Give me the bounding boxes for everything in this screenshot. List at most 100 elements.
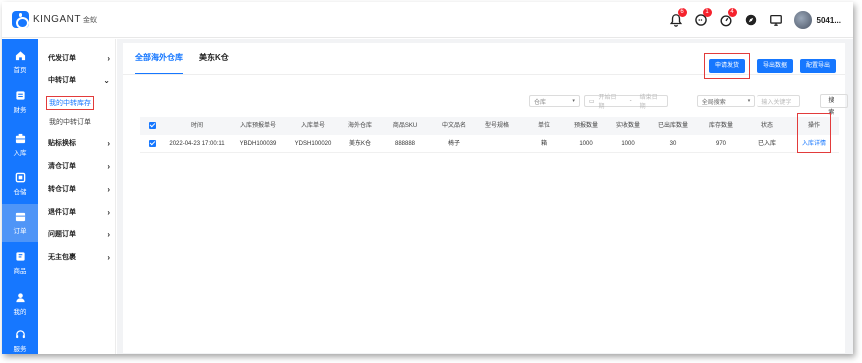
apply-shipment-button[interactable]: 申请发货 [708, 59, 745, 73]
cell-status: 已入库 [757, 141, 777, 147]
finance-icon [15, 91, 25, 100]
cell-cn-name: 椅子 [447, 141, 461, 147]
search-button[interactable]: 搜索 [820, 94, 849, 116]
date-separator: - [629, 98, 632, 104]
inventory-table: 时间 入库预报单号 入库单号 海外仓库 商品SKU 中文品名 型号规格 单位 预… [140, 113, 839, 153]
nav-home[interactable]: 首页 [2, 43, 38, 81]
order-icon [15, 212, 25, 222]
chevron-down-icon: ⌄ [103, 75, 110, 85]
nav-mine-label: 我的 [13, 309, 27, 316]
select-all-checkbox[interactable] [149, 122, 156, 129]
content-panel: 全部海外仓库 美东K仓 申请发货 导出数据 配置导出 仓库 ▾ ▭ 开始日期 - [123, 43, 849, 353]
header-actions: 6 1 4 5041... [669, 2, 853, 38]
submenu-returns[interactable]: 退件订单 › [48, 205, 110, 219]
nav-warehouse[interactable]: 仓储 [2, 165, 38, 203]
submenu-my-transit-orders[interactable]: 我的中转订单 [49, 117, 91, 127]
chevron-down-icon: ▾ [747, 98, 751, 104]
brand-sub: 金蚁 [82, 16, 97, 24]
brand-logo[interactable]: KINGANT 金蚁 [12, 11, 97, 29]
submenu-clearance-label: 清仓订单 [48, 163, 76, 170]
submenu-zhongzhuan[interactable]: 中转订单 ⌄ [48, 73, 110, 87]
username[interactable]: 5041... [817, 16, 841, 25]
nav-inbound[interactable]: 入库 [2, 126, 38, 164]
keyword-input[interactable]: 输入关键字 [757, 95, 801, 107]
submenu-problem[interactable]: 问题订单 › [48, 227, 110, 241]
warehouse-select-value: 仓库 [534, 99, 547, 106]
bell-icon[interactable]: 6 [669, 8, 687, 27]
apply-highlight: 申请发货 [703, 53, 750, 79]
chevron-right-icon: › [107, 184, 110, 194]
cell-inbound-no: YDSH100020 [294, 141, 332, 147]
col-sku: 商品SKU [392, 123, 418, 129]
col-forecast-no: 入库预报单号 [239, 123, 277, 129]
top-bar: KINGANT 金蚁 6 1 4 5041... [2, 2, 853, 38]
message-badge: 1 [702, 8, 712, 17]
tab-us-east-k[interactable]: 美东K仓 [199, 51, 229, 75]
config-export-button[interactable]: 配置导出 [799, 59, 836, 73]
nav-home-label: 首页 [13, 67, 27, 74]
nav-order[interactable]: 订单 [2, 204, 38, 242]
nav-finance[interactable]: 财务 [2, 83, 38, 121]
calendar-icon: ▭ [588, 98, 595, 105]
date-range-picker[interactable]: ▭ 开始日期 - 结束日期 [583, 95, 668, 110]
col-forecast-qty: 预报数量 [573, 123, 599, 129]
nav-finance-label: 财务 [13, 107, 27, 114]
submenu-problem-label: 问题订单 [48, 231, 76, 238]
submenu-transfer[interactable]: 转仓订单 › [48, 182, 110, 196]
nav-product-label: 商品 [13, 268, 27, 275]
nav-inbound-label: 入库 [13, 150, 27, 157]
chevron-down-icon: ▾ [572, 98, 575, 104]
nav-order-label: 订单 [13, 228, 27, 235]
submenu-transfer-label: 转仓订单 [48, 186, 76, 193]
compass-icon[interactable] [744, 13, 758, 27]
monitor-icon[interactable] [769, 13, 783, 27]
table-row[interactable]: 2022-04-23 17:00:11 YBDH100039 YDSH10002… [140, 135, 839, 153]
avatar[interactable] [793, 11, 812, 29]
cell-time: 2022-04-23 17:00:11 [169, 141, 225, 147]
tab-all-warehouses[interactable]: 全部海外仓库 [135, 51, 183, 75]
col-spec: 型号规格 [484, 123, 510, 129]
export-data-button[interactable]: 导出数据 [756, 59, 793, 73]
action-buttons: 申请发货 导出数据 配置导出 [703, 53, 836, 79]
nav-warehouse-label: 仓储 [13, 189, 27, 196]
cell-sku: 888888 [394, 141, 416, 147]
nav-product[interactable]: 商品 [2, 244, 38, 282]
search-scope-select[interactable]: 全局搜索 ▾ [696, 95, 756, 107]
product-icon [15, 252, 25, 261]
cell-forecast-no: YBDH100039 [239, 141, 277, 147]
col-inbound-no: 入库单号 [300, 123, 326, 129]
row-checkbox[interactable] [149, 140, 156, 147]
submenu-daifa-label: 代发订单 [48, 55, 76, 62]
col-cn-name: 中文品名 [441, 123, 467, 129]
nav-service-label: 服务 [13, 346, 27, 353]
submenu-label-change[interactable]: 贴标换标 › [48, 136, 110, 150]
table-header: 时间 入库预报单号 入库单号 海外仓库 商品SKU 中文品名 型号规格 单位 预… [140, 117, 839, 135]
submenu: 代发订单 › 中转订单 ⌄ 我的中转库存 我的中转订单 贴标换标 › 清仓订单 › 转仓… [38, 39, 116, 354]
headset-icon [15, 330, 25, 339]
submenu-clearance[interactable]: 清仓订单 › [48, 159, 110, 173]
submenu-zhongzhuan-label: 中转订单 [48, 77, 76, 84]
col-stock-qty: 库存数量 [708, 123, 734, 129]
submenu-my-transit-stock[interactable]: 我的中转库存 [46, 96, 94, 110]
chevron-right-icon: › [107, 252, 110, 262]
app-window: KINGANT 金蚁 6 1 4 5041... 首页 财务 入库 仓储 订单 … [2, 2, 853, 354]
message-icon[interactable]: 1 [694, 8, 712, 27]
cell-stock-qty: 970 [715, 141, 727, 147]
submenu-unclaimed[interactable]: 无主包裹 › [48, 250, 110, 264]
task-icon[interactable]: 4 [719, 8, 737, 27]
submenu-unclaimed-label: 无主包裹 [48, 254, 76, 261]
col-shipped-qty: 已出库数量 [657, 123, 689, 129]
left-nav: 首页 财务 入库 仓储 订单 商品 我的 服务 [2, 39, 38, 354]
col-time: 时间 [190, 123, 204, 129]
nav-service[interactable]: 服务 [2, 322, 38, 354]
task-badge: 4 [727, 8, 737, 17]
warehouse-select[interactable]: 仓库 ▾ [529, 95, 580, 107]
warehouse-icon [15, 172, 25, 183]
nav-mine[interactable]: 我的 [2, 285, 38, 323]
action-column-highlight [797, 113, 831, 153]
submenu-daifa[interactable]: 代发订单 › [48, 51, 110, 65]
home-icon [15, 51, 25, 61]
inbound-icon [15, 133, 25, 144]
chevron-right-icon: › [107, 138, 110, 148]
col-warehouse: 海外仓库 [347, 123, 373, 129]
